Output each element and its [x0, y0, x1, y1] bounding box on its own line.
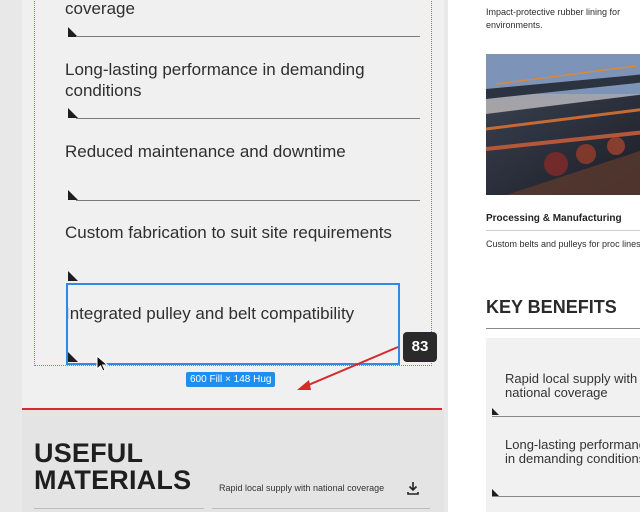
useful-materials-section: USEFUL MATERIALS Rapid local supply with…	[22, 410, 444, 512]
document-name[interactable]: Rapid local supply with national coverag…	[219, 482, 384, 494]
section-text: Custom belts and pulleys for proc lines.	[486, 239, 640, 249]
section-heading: Processing & Manufacturing	[486, 213, 622, 224]
intro-text: Impact-protective rubber lining for envi…	[486, 7, 621, 30]
divider	[486, 328, 640, 329]
benefit-item-text[interactable]: Rapid local supply with national coverag…	[505, 372, 640, 400]
benefit-divider	[76, 200, 420, 201]
benefit-divider	[492, 496, 640, 497]
section-title: USEFUL MATERIALS	[34, 438, 192, 495]
conveyor-photo	[486, 54, 640, 195]
divider	[212, 508, 430, 509]
benefit-item-text[interactable]: Custom fabrication to suit site requirem…	[65, 222, 421, 243]
benefit-item-text[interactable]: Long-lasting performance in demanding co…	[505, 438, 640, 466]
benefit-item-text[interactable]: Reduced maintenance and downtime	[65, 141, 421, 162]
corner-marker	[492, 408, 499, 415]
corner-marker	[68, 271, 78, 281]
spacing-measure-badge: 83	[403, 332, 437, 362]
benefit-divider	[76, 118, 420, 119]
corner-marker	[68, 108, 78, 118]
benefit-item-text[interactable]: coverage	[65, 0, 421, 19]
benefit-divider	[492, 416, 640, 417]
size-label: 600 Fill × 148 Hug	[186, 372, 276, 387]
benefit-item-text[interactable]: Long-lasting performance in demanding co…	[65, 59, 421, 101]
benefit-divider	[76, 36, 420, 37]
key-benefits-panel: Rapid local supply with national coverag…	[486, 338, 640, 512]
selected-element-outline[interactable]	[66, 283, 400, 365]
divider	[34, 508, 204, 509]
pointer-cursor-icon	[96, 355, 109, 372]
corner-marker	[492, 489, 499, 496]
corner-marker	[68, 190, 78, 200]
key-benefits-title: KEY BENEFITS	[486, 297, 617, 317]
divider	[486, 230, 640, 231]
download-icon[interactable]	[405, 480, 421, 496]
